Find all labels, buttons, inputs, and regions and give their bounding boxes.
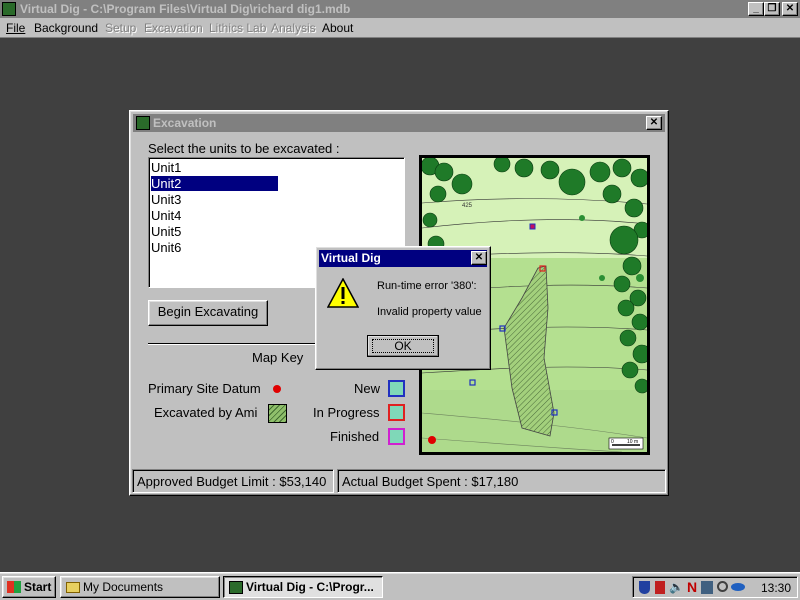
scale-right-label: 10 m xyxy=(627,439,639,445)
norton-icon[interactable]: N xyxy=(687,579,697,595)
in-progress-label: In Progress xyxy=(313,405,380,420)
volume-icon[interactable]: 🔈 xyxy=(669,580,684,594)
menu-analysis[interactable]: Analysis xyxy=(271,21,316,35)
app-icon[interactable] xyxy=(2,2,16,16)
menu-background[interactable]: Background xyxy=(34,21,98,35)
excavation-title-bar: Excavation ✕ xyxy=(133,114,665,132)
dialog-title: Virtual Dig xyxy=(321,251,381,265)
task-label: Virtual Dig - C:\Progr... xyxy=(246,580,374,594)
budget-spent-panel: Actual Budget Spent : $17,180 xyxy=(337,469,666,493)
dialog-title-bar: Virtual Dig ✕ xyxy=(319,250,487,267)
virtual-dig-task-icon xyxy=(229,581,243,594)
excavated-hatch-swatch xyxy=(268,404,287,423)
primary-datum-icon xyxy=(273,385,281,393)
task-my-documents[interactable]: My Documents xyxy=(60,576,220,598)
menu-setup[interactable]: Setup xyxy=(105,21,136,35)
excavation-icon[interactable] xyxy=(136,116,150,130)
shield-icon[interactable] xyxy=(639,581,650,594)
budget-spent-text: Actual Budget Spent : $17,180 xyxy=(342,474,519,489)
excavation-close-button[interactable]: ✕ xyxy=(646,116,662,130)
network-icon[interactable] xyxy=(655,581,665,594)
minimize-button[interactable]: _ xyxy=(748,2,764,16)
app-title-bar: Virtual Dig - C:\Program Files\Virtual D… xyxy=(0,0,800,18)
start-button[interactable]: Start xyxy=(2,576,56,598)
in-progress-swatch xyxy=(388,404,405,421)
map-key-title: Map Key xyxy=(252,350,304,365)
begin-excavating-button[interactable]: Begin Excavating xyxy=(148,300,268,326)
taskbar: Start My Documents Virtual Dig - C:\Prog… xyxy=(0,572,800,600)
menu-bar: File Background Setup Excavation Lithics… xyxy=(0,18,800,38)
unit-list-item[interactable]: Unit1 xyxy=(151,160,278,175)
app-title: Virtual Dig - C:\Program Files\Virtual D… xyxy=(20,2,351,16)
unit-list-item[interactable]: Unit6 xyxy=(151,240,278,255)
unit-list-item-selected[interactable]: Unit2 xyxy=(151,176,278,191)
error-message: Invalid property value xyxy=(377,306,482,318)
unit-list-item[interactable]: Unit3 xyxy=(151,192,278,207)
task-scheduler-icon[interactable] xyxy=(701,581,713,594)
contour-label: 425 xyxy=(462,203,473,209)
clock[interactable]: 13:30 xyxy=(761,581,791,595)
restore-button[interactable]: ❐ xyxy=(764,2,780,16)
scale-left-label: 0 xyxy=(611,439,614,445)
unit-prompt: Select the units to be excavated : xyxy=(148,141,340,156)
map-key-divider xyxy=(148,343,333,345)
menu-lithics-lab[interactable]: Lithics Lab xyxy=(209,21,266,35)
system-tray: 🔈 N 13:30 xyxy=(632,576,798,598)
finished-swatch xyxy=(388,428,405,445)
excavated-by-label: Excavated by Ami xyxy=(154,405,258,420)
new-label: New xyxy=(354,381,381,396)
start-label: Start xyxy=(24,580,52,594)
ok-focus-rect xyxy=(372,339,434,353)
unit-list-item[interactable]: Unit5 xyxy=(151,224,278,239)
dialog-close-button[interactable]: ✕ xyxy=(471,251,487,265)
folder-icon xyxy=(66,582,80,593)
error-line: Run-time error '380': xyxy=(377,280,477,292)
search-icon[interactable] xyxy=(717,581,728,592)
budget-limit-panel: Approved Budget Limit : $53,140 xyxy=(132,469,334,493)
eye-icon[interactable] xyxy=(731,583,745,591)
finished-label: Finished xyxy=(330,429,380,444)
error-dialog: Virtual Dig ✕ Run-time error '380': Inva… xyxy=(315,246,491,370)
menu-file[interactable]: File xyxy=(6,21,25,35)
windows-logo-icon xyxy=(7,581,21,593)
excavation-title: Excavation xyxy=(153,116,217,130)
unit-list-item[interactable]: Unit4 xyxy=(151,208,278,223)
menu-about[interactable]: About xyxy=(322,21,353,35)
warning-icon xyxy=(327,278,359,308)
budget-limit-text: Approved Budget Limit : $53,140 xyxy=(137,474,327,489)
task-label: My Documents xyxy=(83,580,164,594)
new-swatch xyxy=(388,380,405,397)
task-virtual-dig[interactable]: Virtual Dig - C:\Progr... xyxy=(223,576,383,598)
primary-datum-label: Primary Site Datum xyxy=(148,381,261,396)
close-button[interactable]: ✕ xyxy=(782,2,798,16)
menu-excavation[interactable]: Excavation xyxy=(144,21,203,35)
dialog-ok-button[interactable]: OK xyxy=(367,335,439,357)
